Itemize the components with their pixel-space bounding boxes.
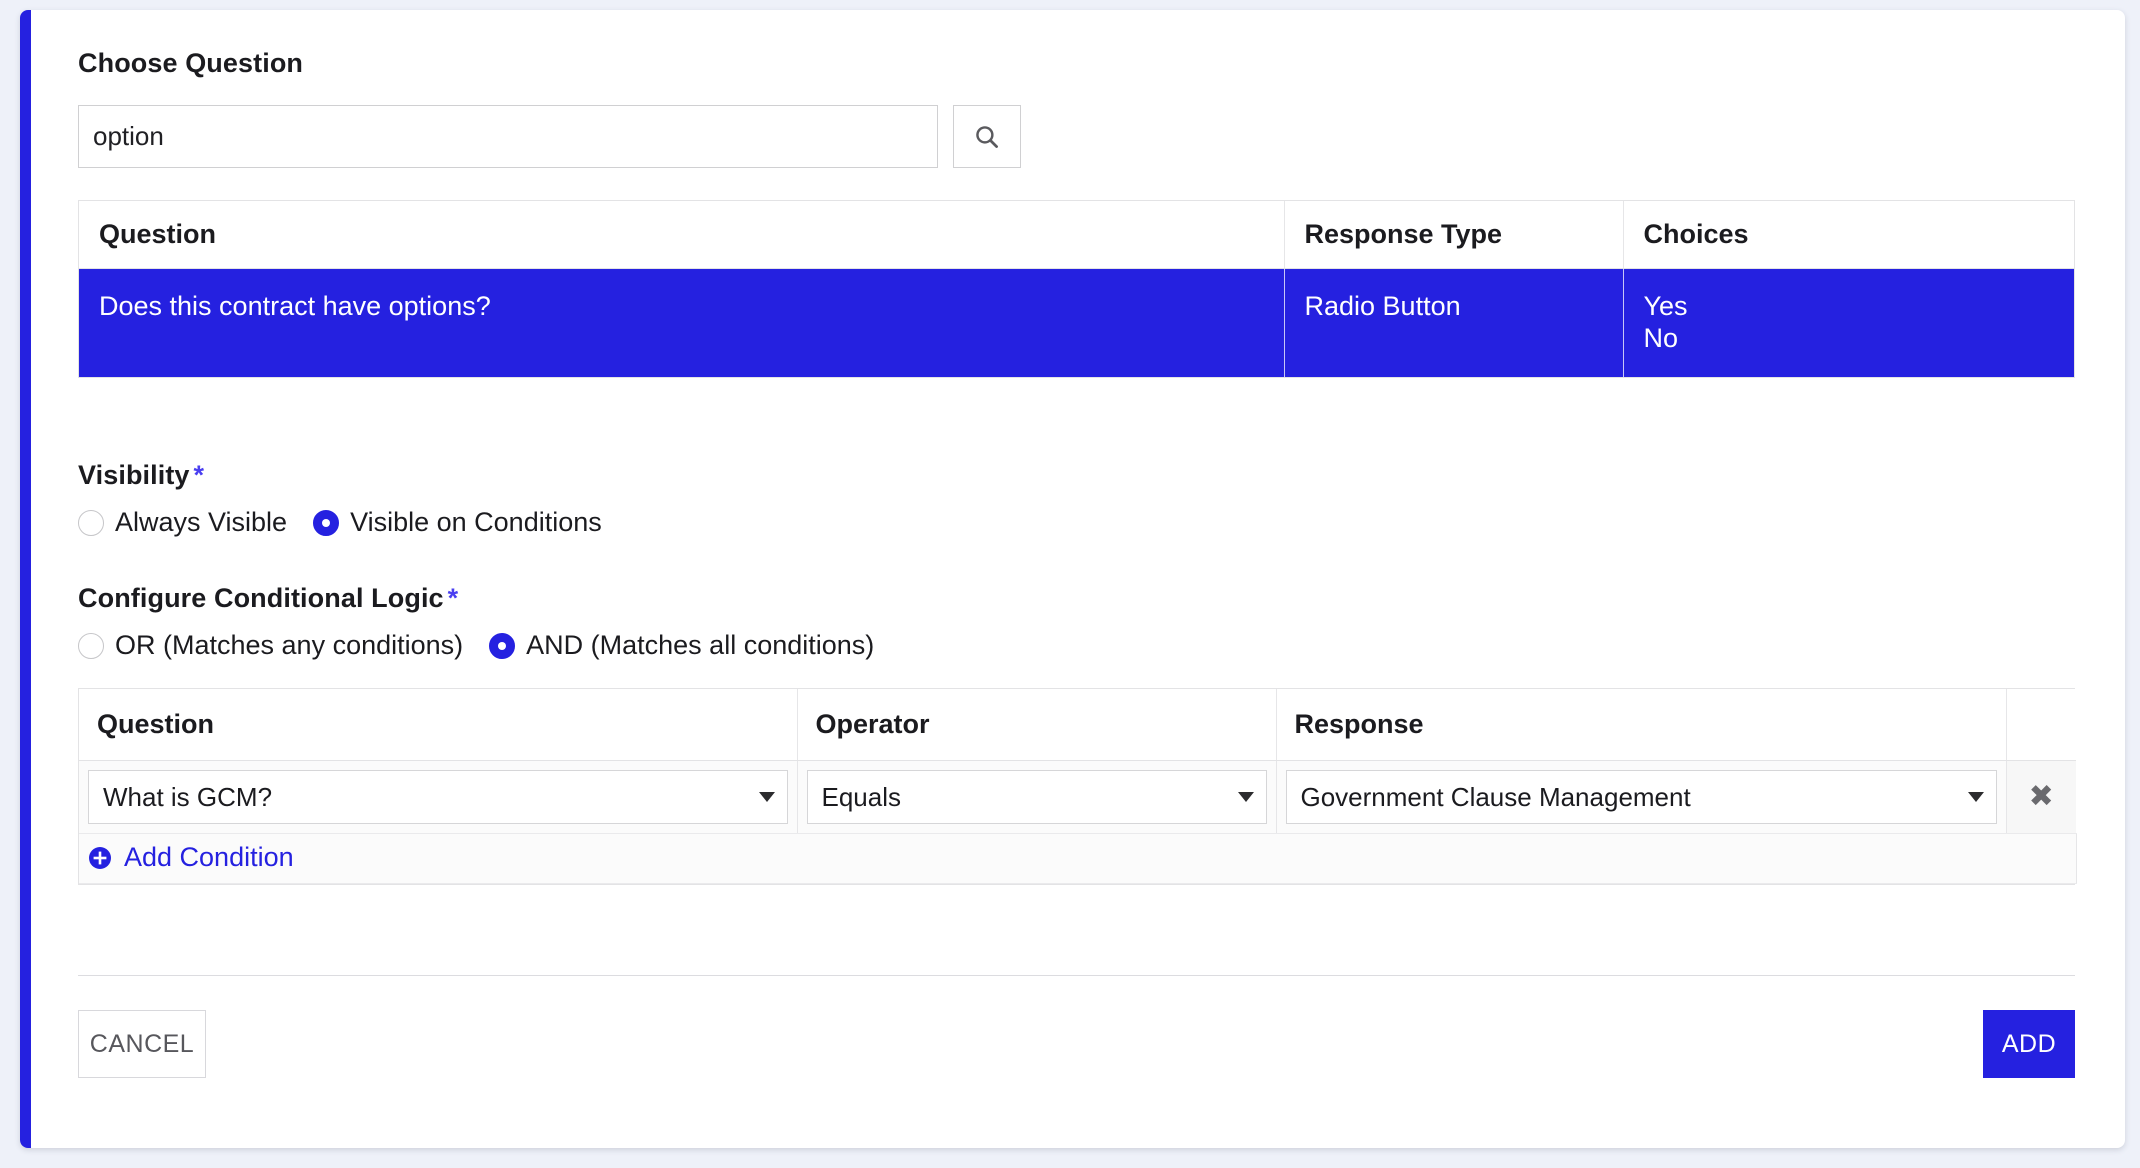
choices-cell: Yes No <box>1623 268 2074 377</box>
condition-operator-select[interactable]: Equals <box>806 770 1267 824</box>
questions-col-choices: Choices <box>1623 201 2074 269</box>
chevron-down-icon <box>758 792 775 802</box>
visibility-section: Visibility * Always Visible Visible on Co… <box>78 460 602 538</box>
visibility-radio-group: Always Visible Visible on Conditions <box>78 507 602 538</box>
footer-divider <box>78 975 2075 976</box>
condition-response-cell: Government Clause Management <box>1276 760 2007 834</box>
dialog-accent-bar <box>20 10 31 1148</box>
condition-delete-cell: ✖ <box>2006 760 2077 834</box>
response-type-cell: Radio Button <box>1284 268 1624 377</box>
radio-checked-icon[interactable] <box>313 509 340 536</box>
conditional-logic-label-text: Configure Conditional Logic <box>78 583 444 613</box>
choice-item: No <box>1643 322 1679 353</box>
conditions-col-question: Question <box>79 689 798 761</box>
plus-circle-icon <box>89 846 111 869</box>
logic-option-and[interactable]: AND (Matches all conditions) <box>489 630 874 661</box>
remove-condition-button[interactable]: ✖ <box>2007 761 2077 833</box>
choice-item: Yes <box>1643 291 1688 321</box>
conditions-col-operator: Operator <box>797 689 1277 761</box>
condition-question-value: What is GCM? <box>103 781 273 812</box>
radio-checked-icon[interactable] <box>489 632 516 659</box>
add-condition-link[interactable]: Add Condition <box>88 842 294 873</box>
conditions-col-response: Response <box>1276 689 2007 761</box>
dialog-body: Choose Question Question <box>78 10 2077 1148</box>
conditional-logic-dialog: Choose Question Question <box>20 10 2125 1148</box>
logic-option-label: AND (Matches all conditions) <box>526 630 875 660</box>
choose-question-label: Choose Question <box>78 48 304 78</box>
conditions-table-header-row: Question Operator Response <box>79 689 2076 761</box>
questions-table-header-row: Question Response Type Choices <box>79 201 2074 269</box>
search-icon <box>976 125 998 148</box>
question-search-input[interactable] <box>78 105 938 168</box>
conditional-logic-radio-group: OR (Matches any conditions) AND (Matches… <box>78 630 874 661</box>
conditions-col-actions <box>2006 689 2076 761</box>
questions-table: Question Response Type Choices Does this… <box>78 200 2075 378</box>
add-condition-label: Add Condition <box>124 842 294 872</box>
question-search-row <box>78 105 1021 168</box>
condition-question-cell: What is GCM? <box>79 760 798 834</box>
visibility-required-marker: * <box>193 460 205 490</box>
cancel-button[interactable]: CANCEL <box>78 1010 206 1078</box>
questions-col-response-type: Response Type <box>1284 201 1624 269</box>
dialog-footer: CANCEL ADD <box>78 1010 2075 1080</box>
condition-question-select[interactable]: What is GCM? <box>88 770 788 824</box>
add-condition-cell: Add Condition <box>79 833 2077 884</box>
conditional-logic-required-marker: * <box>447 583 459 613</box>
condition-response-value: Government Clause Management <box>1300 781 1691 812</box>
conditions-table: Question Operator Response What is GCM? <box>78 688 2077 885</box>
radio-unchecked-icon[interactable] <box>78 632 104 659</box>
condition-operator-value: Equals <box>821 781 902 812</box>
chevron-down-icon <box>1967 792 1984 802</box>
table-row[interactable]: Does this contract have options? Radio B… <box>79 268 2074 377</box>
visibility-label-text: Visibility <box>78 460 190 490</box>
add-button[interactable]: ADD <box>1983 1010 2075 1078</box>
chevron-down-icon <box>1237 792 1254 802</box>
visibility-label: Visibility * <box>78 460 602 491</box>
visibility-option-label: Always Visible <box>115 507 288 537</box>
conditional-logic-label: Configure Conditional Logic * <box>78 583 874 614</box>
question-search-button[interactable] <box>953 105 1021 168</box>
questions-col-question: Question <box>79 201 1285 269</box>
logic-option-or[interactable]: OR (Matches any conditions) <box>78 630 463 661</box>
radio-unchecked-icon[interactable] <box>78 509 104 536</box>
logic-option-label: OR (Matches any conditions) <box>115 630 464 660</box>
table-row: What is GCM? Equals Government Clause Ma… <box>79 760 2077 834</box>
conditional-logic-section: Configure Conditional Logic * OR (Matches… <box>78 583 874 661</box>
visibility-option-label: Visible on Conditions <box>350 507 602 537</box>
condition-response-select[interactable]: Government Clause Management <box>1285 770 1997 824</box>
condition-operator-cell: Equals <box>797 760 1277 834</box>
question-cell: Does this contract have options? <box>79 268 1285 377</box>
visibility-option-visible-on-conditions[interactable]: Visible on Conditions <box>313 507 602 538</box>
add-condition-row: Add Condition <box>79 833 2077 884</box>
visibility-option-always-visible[interactable]: Always Visible <box>78 507 287 538</box>
